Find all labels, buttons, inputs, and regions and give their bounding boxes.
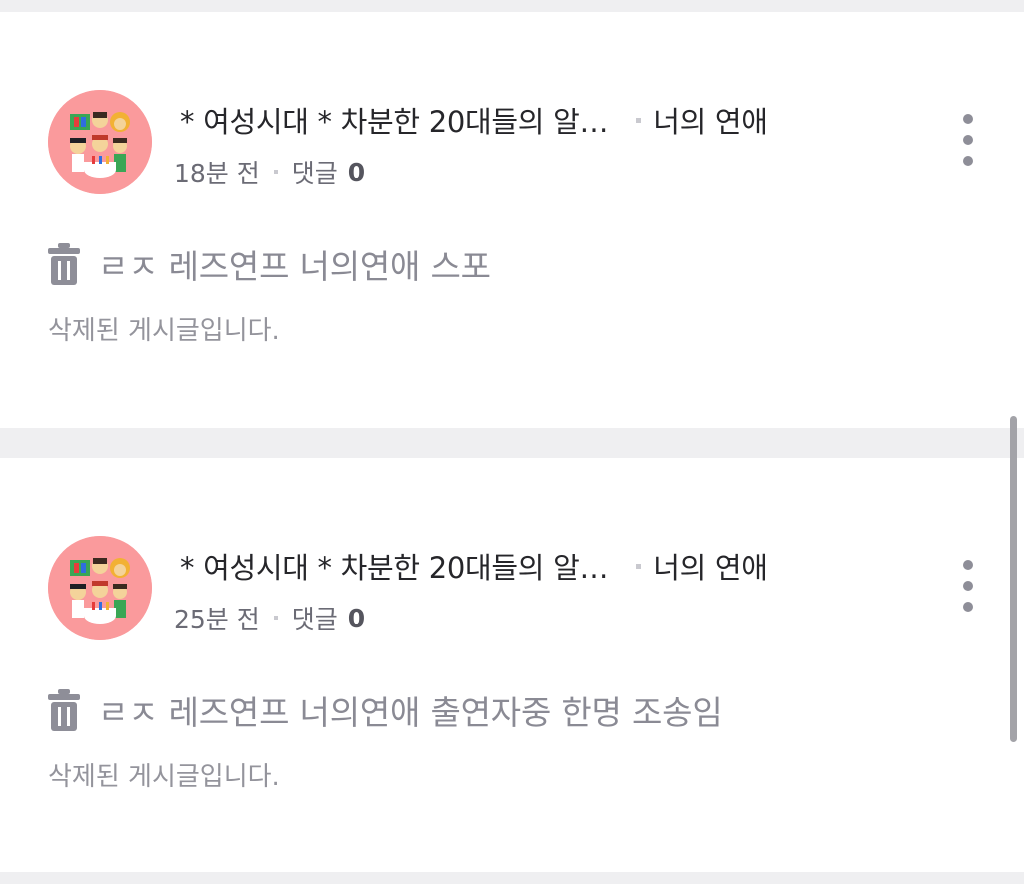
avatar-illustration (48, 536, 152, 640)
post-title-text: ㄹㅈ 레즈연프 너의연애 스포 (98, 247, 491, 286)
comment-count: 0 (347, 603, 366, 633)
post-card[interactable]: * 여성시대 * 차분한 20대들의 알… 너의 연애 25분 전 댓글 0 ㄹ… (0, 458, 1024, 872)
scrollbar[interactable] (1010, 416, 1017, 742)
comment-count: 0 (347, 157, 366, 187)
separator-dot (636, 117, 642, 123)
feed: * 여성시대 * 차분한 20대들의 알… 너의 연애 18분 전 댓글 0 ㄹ… (0, 0, 1024, 884)
deleted-note: 삭제된 게시글입니다. (48, 315, 280, 346)
post-meta: 18분 전 댓글 0 (174, 154, 365, 190)
post-title[interactable]: ㄹㅈ 레즈연프 너의연애 스포 (48, 240, 491, 288)
post-card[interactable]: * 여성시대 * 차분한 20대들의 알… 너의 연애 18분 전 댓글 0 ㄹ… (0, 12, 1024, 428)
avatar-illustration (48, 90, 152, 194)
more-vertical-icon[interactable] (952, 556, 984, 616)
board-name[interactable]: 너의 연애 (653, 545, 768, 587)
post-header[interactable]: * 여성시대 * 차분한 20대들의 알… 너의 연애 (180, 100, 768, 140)
post-header[interactable]: * 여성시대 * 차분한 20대들의 알… 너의 연애 (180, 546, 768, 586)
separator-dot (273, 170, 278, 174)
post-title[interactable]: ㄹㅈ 레즈연프 너의연애 출연자중 한명 조송임 (48, 686, 723, 734)
board-name[interactable]: 너의 연애 (653, 99, 768, 141)
post-time: 25분 전 (174, 605, 260, 634)
post-meta: 25분 전 댓글 0 (174, 600, 365, 636)
trash-icon (48, 689, 80, 731)
club-name[interactable]: * 여성시대 * 차분한 20대들의 알… (180, 99, 608, 141)
comment-label: 댓글 (291, 159, 338, 188)
post-title-text: ㄹㅈ 레즈연프 너의연애 출연자중 한명 조송임 (98, 693, 723, 732)
club-avatar[interactable] (48, 90, 152, 194)
comment-label: 댓글 (291, 605, 338, 634)
club-name[interactable]: * 여성시대 * 차분한 20대들의 알… (180, 545, 608, 587)
separator-dot (273, 616, 278, 620)
post-time: 18분 전 (174, 159, 260, 188)
separator-dot (636, 563, 642, 569)
trash-icon (48, 243, 80, 285)
more-vertical-icon[interactable] (952, 110, 984, 170)
deleted-note: 삭제된 게시글입니다. (48, 761, 280, 792)
club-avatar[interactable] (48, 536, 152, 640)
